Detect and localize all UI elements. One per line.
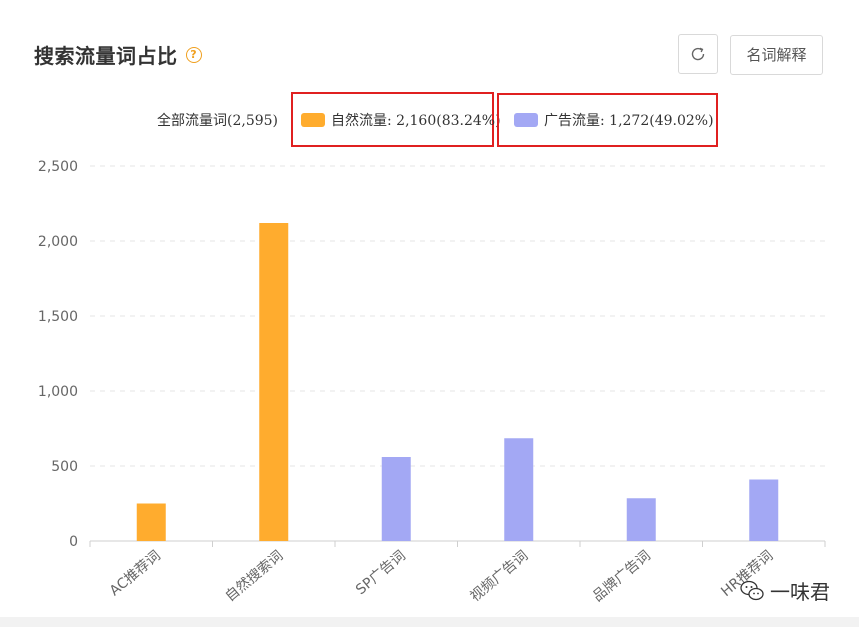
bar bbox=[626, 498, 656, 541]
bar bbox=[504, 438, 534, 541]
y-tick-label: 2,000 bbox=[38, 234, 78, 250]
wechat-icon bbox=[740, 580, 764, 600]
bar bbox=[749, 479, 779, 541]
bottom-band bbox=[0, 617, 859, 627]
bar bbox=[136, 503, 166, 541]
x-tick-label: 自然搜索词 bbox=[222, 547, 287, 605]
bar bbox=[381, 457, 411, 541]
watermark-text: 一味君 bbox=[770, 580, 830, 604]
y-tick-label: 500 bbox=[51, 459, 78, 475]
x-tick-label: 视频广告词 bbox=[467, 548, 531, 605]
x-tick-label: 品牌广告词 bbox=[589, 547, 654, 605]
x-tick-label: AC推荐词 bbox=[107, 548, 164, 600]
y-tick-label: 2,500 bbox=[38, 159, 78, 175]
bar bbox=[259, 223, 289, 541]
watermark: 一味君 bbox=[740, 576, 830, 605]
y-tick-label: 1,000 bbox=[38, 384, 78, 400]
y-tick-label: 1,500 bbox=[38, 309, 78, 325]
bar-chart: 0 500 1,000 1,500 2,000 2,500 AC推荐词 自然搜索词 SP广告词 视… bbox=[38, 159, 826, 605]
x-tick-label: SP广告词 bbox=[353, 548, 409, 598]
y-tick-label: 0 bbox=[69, 534, 78, 550]
